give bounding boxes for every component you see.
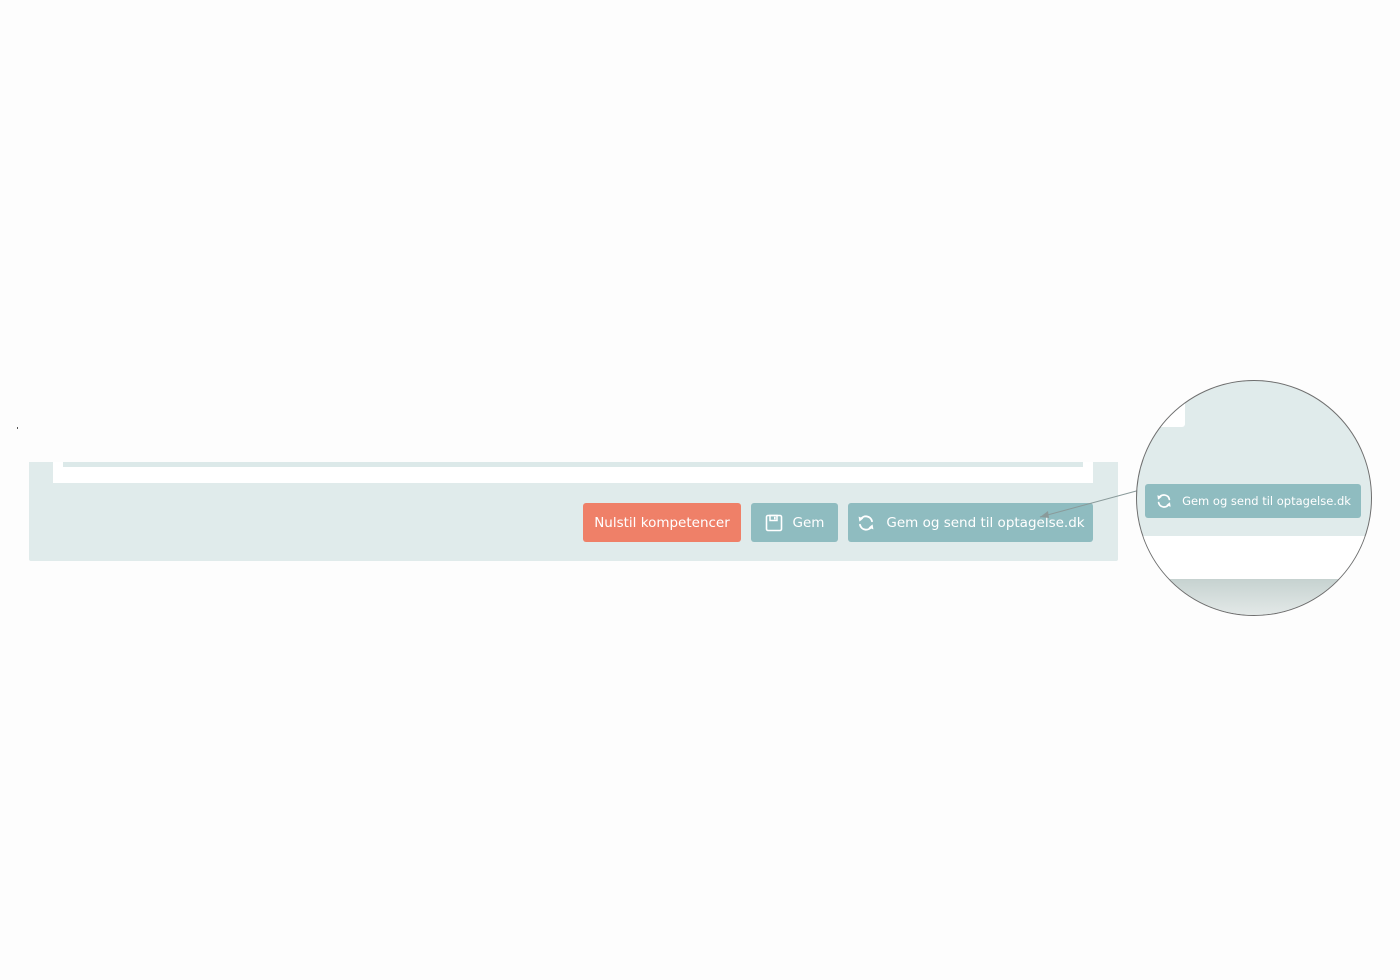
floppy-disk-icon — [765, 514, 783, 532]
save-and-send-label: Gem og send til optagelse.dk — [886, 514, 1085, 531]
sync-icon — [856, 513, 876, 533]
card-divider — [63, 462, 1083, 467]
zoom-magnifier: Gem og send til optagelse.dk — [1136, 380, 1372, 616]
magnified-card-corner — [1137, 381, 1185, 427]
save-button[interactable]: Gem — [751, 503, 838, 542]
reset-competencies-button[interactable]: Nulstil kompetencer — [583, 503, 741, 542]
competencies-card-bottom — [53, 462, 1093, 483]
save-and-send-button[interactable]: Gem og send til optagelse.dk — [848, 503, 1093, 542]
stray-dot — [17, 427, 18, 429]
magnified-shadow-band — [1137, 579, 1371, 615]
save-label: Gem — [792, 514, 825, 531]
magnified-white-area — [1137, 536, 1371, 579]
reset-competencies-label: Nulstil kompetencer — [594, 514, 730, 531]
sync-icon — [1155, 492, 1173, 510]
competencies-footer-panel: Nulstil kompetencer Gem Gem og send til … — [29, 462, 1118, 561]
magnified-save-and-send-button: Gem og send til optagelse.dk — [1145, 484, 1361, 518]
magnified-button-label: Gem og send til optagelse.dk — [1182, 494, 1351, 508]
